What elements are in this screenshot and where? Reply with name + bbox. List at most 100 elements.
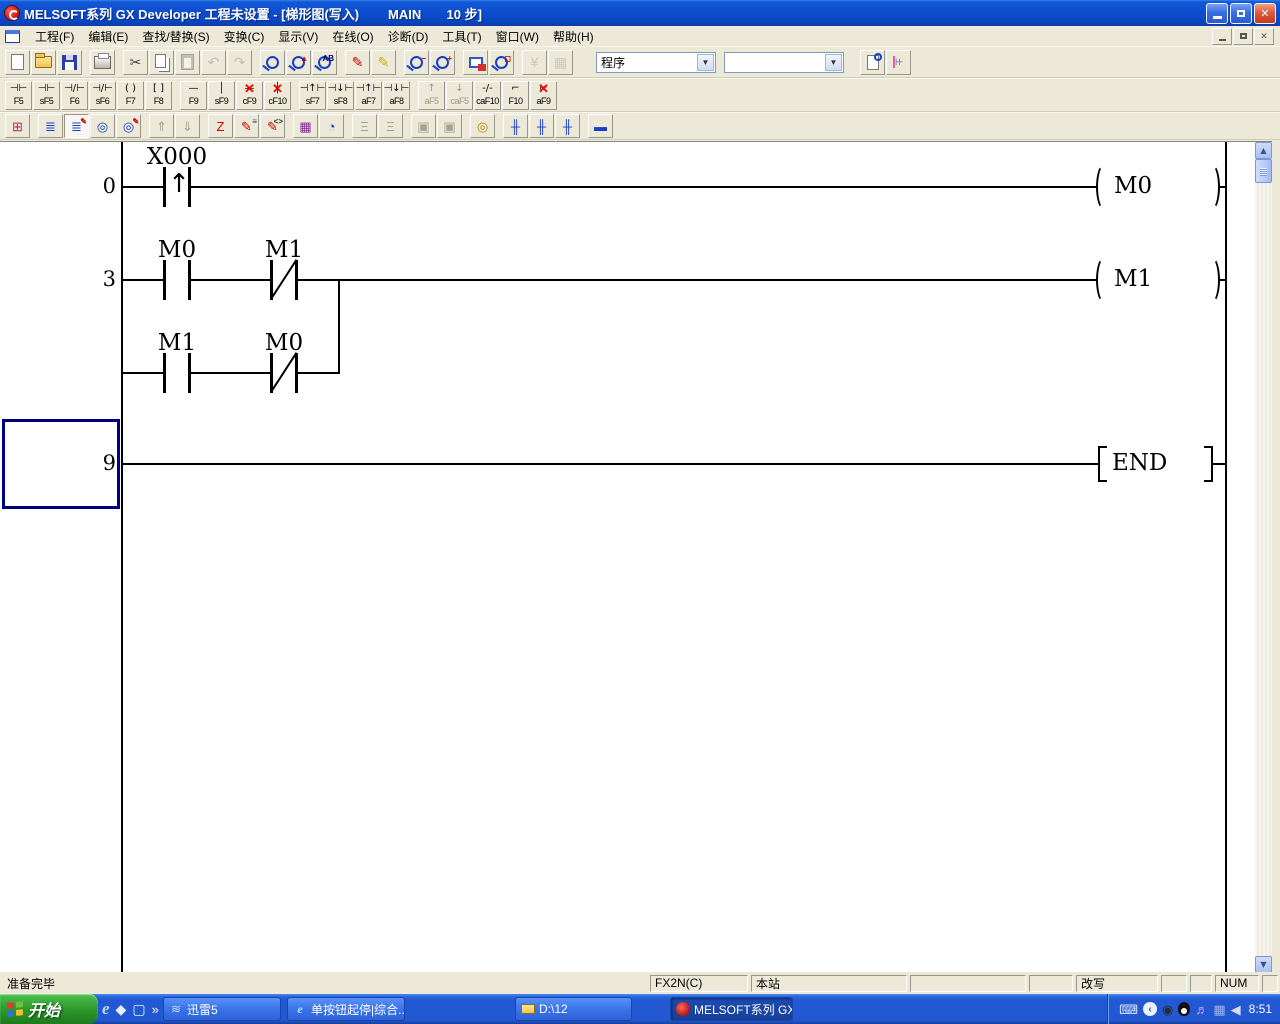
zoom-in-button[interactable]: +: [430, 50, 455, 75]
note-display-button[interactable]: ╫: [555, 114, 580, 138]
combobox-arrow-icon[interactable]: ▼: [825, 54, 842, 71]
parallel-falling-pulse-button[interactable]: ⊣↓⊢aF8: [383, 81, 410, 110]
coil-label[interactable]: M0: [1114, 173, 1152, 199]
taskbar-task-4[interactable]: MELSOFT系列 GX D...: [670, 997, 793, 1021]
vertical-scrollbar[interactable]: ▲ ▼: [1255, 142, 1272, 972]
start-monitor-button[interactable]: Ξ: [352, 114, 377, 138]
rising-pulse-contact-x000[interactable]: ↑: [163, 167, 191, 207]
zoom-out-button[interactable]: −: [404, 50, 429, 75]
stop-monitor-button[interactable]: Ξ: [378, 114, 403, 138]
collapse-chevron[interactable]: ‹: [1143, 1002, 1157, 1016]
falling-pulse-op-button[interactable]: ↓caF5: [446, 81, 473, 110]
find-circuit-button[interactable]: ◻: [489, 50, 514, 75]
paste-button[interactable]: [175, 50, 200, 75]
menu-item-1[interactable]: 编辑(E): [81, 28, 135, 46]
macro-button[interactable]: [860, 50, 885, 75]
redo-button[interactable]: ↷: [227, 50, 252, 75]
comment-display-button[interactable]: ╫: [503, 114, 528, 138]
project-data-list-toggle-button[interactable]: ⊞: [5, 114, 30, 138]
end-instruction[interactable]: END: [1112, 450, 1167, 476]
device-memory-button[interactable]: ▦: [293, 114, 318, 138]
rising-pulse-op-button[interactable]: ↑aF5: [418, 81, 445, 110]
volume-tray-icon[interactable]: ◀: [1231, 1003, 1241, 1016]
parallel-open-contact-button[interactable]: ⊣⊢sF5: [33, 81, 60, 110]
find-button[interactable]: [260, 50, 285, 75]
display-setting-button[interactable]: ▬: [588, 114, 613, 138]
horizontal-line-button[interactable]: —F9: [180, 81, 207, 110]
scroll-up-button[interactable]: ▲: [1255, 142, 1272, 159]
scrollbar-thumb[interactable]: [1255, 159, 1272, 183]
zoom-dest-window-button[interactable]: ▣: [437, 114, 462, 138]
device-test-button[interactable]: ✎: [345, 50, 370, 75]
taskbar-task-1[interactable]: ≋迅雷5: [163, 997, 281, 1021]
branch-line-button[interactable]: ⌐F10: [502, 81, 529, 110]
falling-pulse-button[interactable]: ⊣↓⊢sF8: [327, 81, 354, 110]
menu-item-7[interactable]: 工具(T): [435, 28, 488, 46]
menu-item-8[interactable]: 窗口(W): [489, 28, 546, 46]
new-project-button[interactable]: [5, 50, 30, 75]
app-quicklaunch-icon[interactable]: ◆: [116, 1001, 127, 1018]
menu-item-6[interactable]: 诊断(D): [381, 28, 436, 46]
statement-display-button[interactable]: ╫: [529, 114, 554, 138]
menu-item-5[interactable]: 在线(O): [325, 28, 380, 46]
invert-operation-button[interactable]: -/-caF10: [474, 81, 501, 110]
keyboard-tray-icon[interactable]: ⌨: [1119, 1003, 1138, 1016]
ie-quicklaunch-icon[interactable]: e: [102, 999, 110, 1019]
cut-button[interactable]: ✂: [123, 50, 148, 75]
closed-contact-m0[interactable]: [270, 353, 298, 393]
parallel-closed-contact-button[interactable]: ⊣/⊢sF6: [89, 81, 116, 110]
write-to-plc-button[interactable]: ⇓: [175, 114, 200, 138]
taskbar-task-3[interactable]: D:\12: [515, 997, 632, 1021]
copy-button[interactable]: [149, 50, 174, 75]
open-contact-m1[interactable]: [163, 353, 191, 393]
read-mode-button[interactable]: ≣: [38, 114, 63, 138]
start-button[interactable]: 开始: [0, 994, 98, 1024]
quick-launch-chevron-icon[interactable]: »: [152, 1002, 159, 1017]
find-device-button[interactable]: ▲: [286, 50, 311, 75]
open-contact-m0[interactable]: [163, 260, 191, 300]
menu-item-9[interactable]: 帮助(H): [546, 28, 601, 46]
device-batch-button[interactable]: ✎: [371, 50, 396, 75]
clock-setting-button[interactable]: ◔: [319, 114, 344, 138]
parallel-rising-pulse-button[interactable]: ⊣↑⊢aF7: [355, 81, 382, 110]
delete-vertical-line-button[interactable]: │cF10✕: [264, 81, 291, 110]
menu-item-0[interactable]: 工程(F): [28, 28, 81, 46]
delete-branch-line-button[interactable]: ⌐aF9✕: [530, 81, 557, 110]
print-button[interactable]: [90, 50, 115, 75]
program-combobox[interactable]: 程序▼: [596, 52, 716, 73]
vertical-line-button[interactable]: │sF9: [208, 81, 235, 110]
combobox-arrow-icon[interactable]: ▼: [697, 54, 714, 71]
scroll-down-button[interactable]: ▼: [1255, 956, 1272, 972]
blank-combobox[interactable]: ▼: [724, 52, 844, 73]
closed-contact-button[interactable]: ⊣/⊢F6: [61, 81, 88, 110]
mdi-close-button[interactable]: ✕: [1254, 28, 1274, 45]
close-button[interactable]: ✕: [1254, 3, 1276, 24]
program-check-button[interactable]: ◎: [470, 114, 495, 138]
mdi-document-icon[interactable]: [5, 30, 20, 43]
note-button[interactable]: ✎<>: [260, 114, 285, 138]
minimize-button[interactable]: [1206, 3, 1228, 24]
statement-button[interactable]: ✎≡: [234, 114, 259, 138]
write-mode-button[interactable]: ≣✎: [64, 114, 89, 138]
read-from-plc-button[interactable]: ⇑: [149, 114, 174, 138]
menu-item-4[interactable]: 显示(V): [271, 28, 325, 46]
display-switch-button[interactable]: [463, 50, 488, 75]
open-project-button[interactable]: [31, 50, 56, 75]
mdi-minimize-button[interactable]: [1212, 28, 1232, 45]
taskbar-task-2[interactable]: e单按钮起停|综合...: [287, 997, 405, 1021]
restore-button[interactable]: [1230, 3, 1252, 24]
mdi-restore-button[interactable]: [1233, 28, 1253, 45]
menu-item-2[interactable]: 查找/替换(S): [135, 28, 216, 46]
menu-item-3[interactable]: 变换(C): [217, 28, 272, 46]
coil-label[interactable]: M1: [1114, 266, 1152, 292]
project-data-list-button[interactable]: [886, 50, 911, 75]
delete-horizontal-line-button[interactable]: —cF9✕: [236, 81, 263, 110]
transfer-button[interactable]: ▦: [548, 50, 573, 75]
qq-tray-icon[interactable]: [1178, 1002, 1190, 1016]
verify-button[interactable]: ¥: [522, 50, 547, 75]
media-tray-icon[interactable]: ♬: [1195, 1003, 1208, 1016]
show-desktop-icon[interactable]: ▢: [132, 1001, 145, 1018]
camera-tray-icon[interactable]: ◉: [1162, 1003, 1173, 1016]
monitor-write-mode-button[interactable]: ◎✎: [116, 114, 141, 138]
closed-contact-m1[interactable]: [270, 260, 298, 300]
